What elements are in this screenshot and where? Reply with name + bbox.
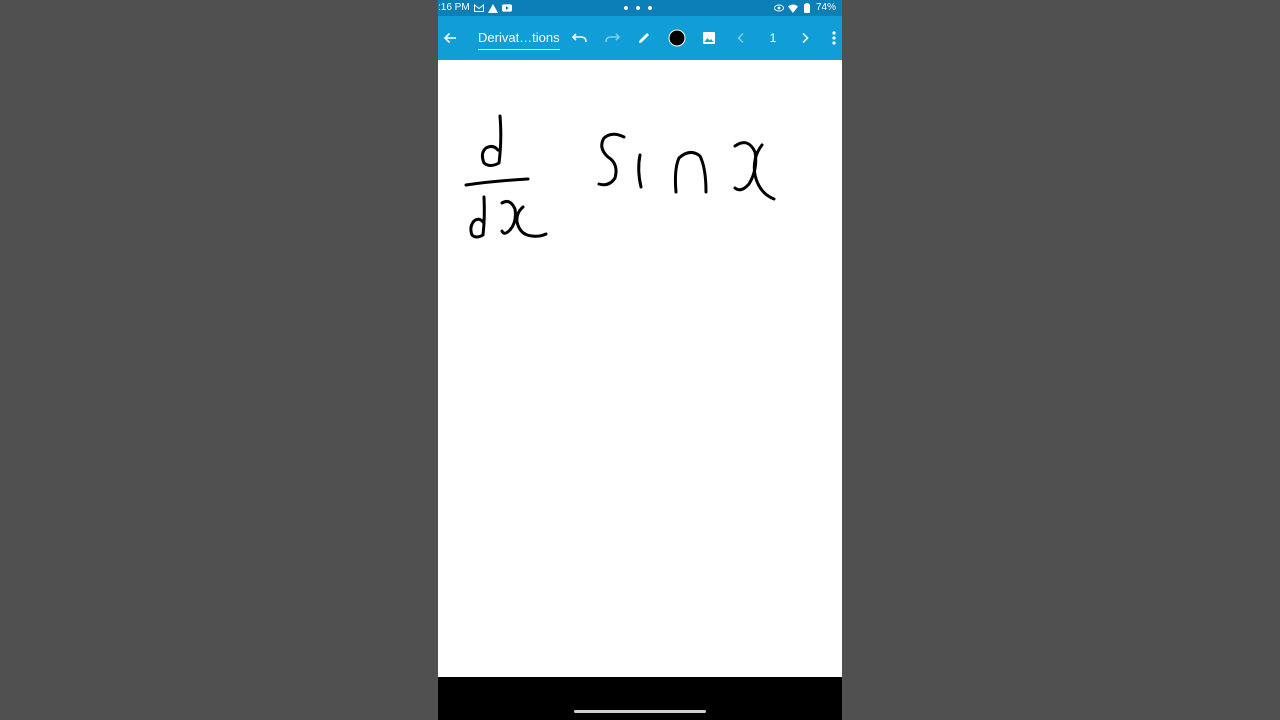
pen-tool-button[interactable] bbox=[630, 16, 658, 60]
chevron-left-icon bbox=[737, 32, 744, 44]
dot-icon bbox=[624, 6, 628, 10]
color-picker-button[interactable] bbox=[663, 16, 691, 60]
gmail-icon bbox=[473, 3, 484, 13]
status-left: :16 PM bbox=[438, 0, 512, 16]
dot-icon bbox=[636, 6, 640, 10]
chevron-right-icon bbox=[802, 32, 809, 44]
phone-screen: :16 PM 74% Derivat…tions 1 bbox=[438, 0, 842, 720]
dot-icon bbox=[648, 6, 652, 10]
pencil-icon bbox=[639, 33, 649, 43]
youtube-icon bbox=[501, 3, 512, 13]
app-toolbar: Derivat…tions 1 bbox=[438, 16, 842, 60]
status-right: 74% bbox=[773, 0, 836, 16]
insert-image-button[interactable] bbox=[695, 16, 723, 60]
status-bar: :16 PM 74% bbox=[438, 0, 842, 16]
drawing-canvas[interactable] bbox=[438, 60, 842, 677]
back-button[interactable] bbox=[438, 16, 464, 60]
eye-icon bbox=[773, 3, 784, 13]
wifi-icon bbox=[787, 3, 798, 13]
status-time: :16 PM bbox=[438, 2, 470, 13]
back-arrow-icon bbox=[443, 32, 456, 44]
previous-page-button[interactable] bbox=[727, 16, 755, 60]
notification-dots bbox=[624, 0, 652, 16]
battery-percent: 74% bbox=[815, 2, 836, 13]
image-icon bbox=[703, 32, 715, 44]
more-vert-icon bbox=[832, 31, 836, 45]
handwritten-ink bbox=[464, 114, 776, 239]
more-options-button[interactable] bbox=[820, 16, 842, 60]
document-title[interactable]: Derivat…tions bbox=[478, 30, 560, 50]
redo-icon bbox=[605, 33, 620, 43]
undo-button[interactable] bbox=[566, 16, 594, 60]
redo-button[interactable] bbox=[598, 16, 626, 60]
home-gesture-handle[interactable] bbox=[574, 710, 706, 713]
battery-icon bbox=[802, 3, 812, 13]
undo-icon bbox=[572, 33, 587, 43]
color-swatch-icon bbox=[668, 29, 686, 47]
next-page-button[interactable] bbox=[791, 16, 819, 60]
warning-icon bbox=[487, 3, 498, 13]
page-number: 1 bbox=[769, 31, 777, 45]
system-navigation-bar bbox=[438, 677, 842, 720]
